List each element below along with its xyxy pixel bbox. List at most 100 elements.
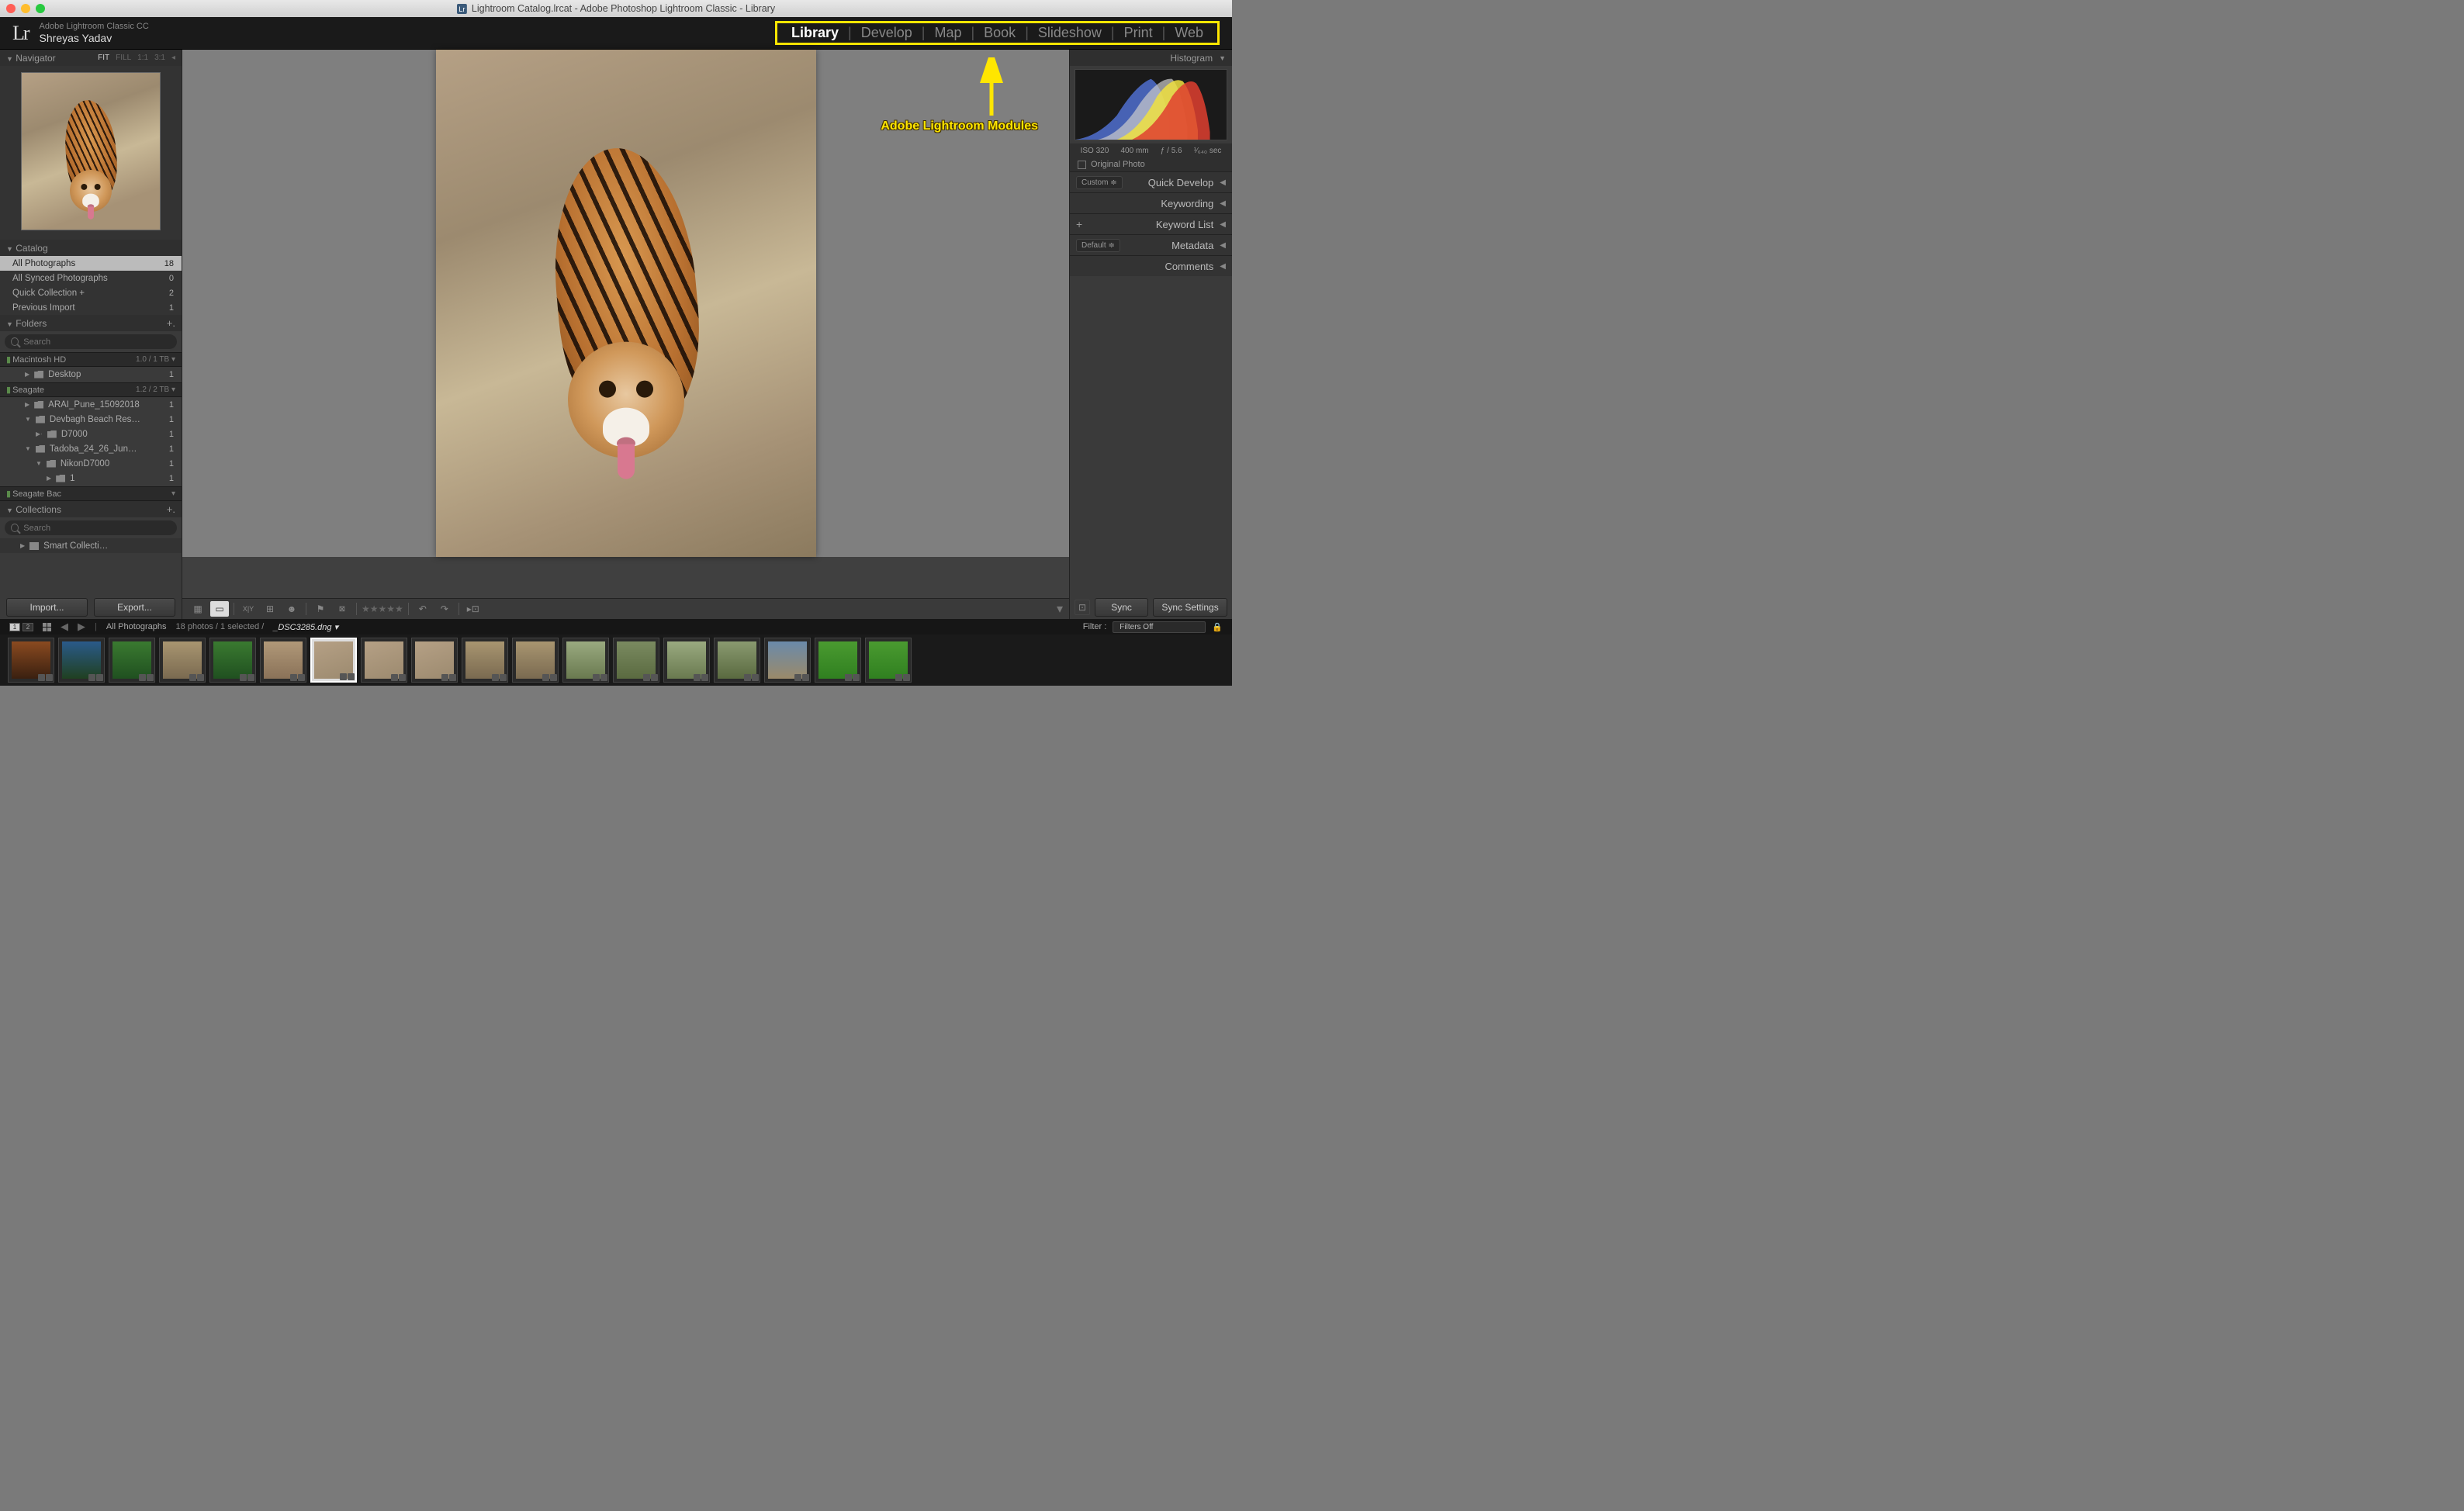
filter-preset-select[interactable]: Filters Off xyxy=(1113,621,1206,633)
filmstrip-thumbnail[interactable] xyxy=(109,638,155,683)
panel-preset-select[interactable]: Default ≑ xyxy=(1076,239,1120,252)
collections-search[interactable] xyxy=(5,520,177,535)
filmstrip-thumbnail[interactable] xyxy=(462,638,508,683)
module-web[interactable]: Web xyxy=(1165,25,1213,41)
panel-quick-develop[interactable]: Custom ≑Quick Develop◀ xyxy=(1070,171,1232,192)
histogram-header[interactable]: Histogram ▼ xyxy=(1070,50,1232,66)
folder-item[interactable]: ▶Desktop1 xyxy=(0,367,182,382)
panel-metadata[interactable]: Default ≑Metadata◀ xyxy=(1070,234,1232,255)
filmstrip-thumbnail[interactable] xyxy=(8,638,54,683)
lightroom-logo: Lr xyxy=(12,22,29,45)
folders-search-input[interactable] xyxy=(23,337,171,347)
module-print[interactable]: Print xyxy=(1115,25,1162,41)
filmstrip-thumbnail[interactable] xyxy=(159,638,206,683)
sync-button[interactable]: Sync xyxy=(1095,598,1148,617)
close-window-button[interactable] xyxy=(6,4,16,13)
folders-header[interactable]: ▼ Folders+. xyxy=(0,315,182,331)
filmstrip-filename[interactable]: _DSC3285.dng ▾ xyxy=(273,622,338,632)
zoom-fit[interactable]: FIT xyxy=(98,54,109,62)
filmstrip-thumbnail[interactable] xyxy=(663,638,710,683)
module-map[interactable]: Map xyxy=(925,25,971,41)
filmstrip-thumbnail[interactable] xyxy=(714,638,760,683)
grid-view-button[interactable]: ▦ xyxy=(189,601,207,617)
drive-header[interactable]: ▮Macintosh HD1.0 / 1 TB ▾ xyxy=(0,352,182,367)
module-develop[interactable]: Develop xyxy=(852,25,922,41)
drive-header[interactable]: ▮Seagate Bac ▾ xyxy=(0,486,182,501)
filmstrip-thumbnail[interactable] xyxy=(613,638,659,683)
toolbar-options-button[interactable]: ▾ xyxy=(1057,601,1063,617)
histogram-display[interactable] xyxy=(1075,69,1227,140)
add-keyword-button[interactable]: + xyxy=(1076,218,1082,230)
module-library[interactable]: Library xyxy=(782,25,848,41)
main-photo[interactable] xyxy=(436,50,816,557)
collections-header[interactable]: ▼ Collections+. xyxy=(0,501,182,517)
iso-label: ISO 320 xyxy=(1081,147,1109,155)
folder-item[interactable]: ▼Devbagh Beach Res…1 xyxy=(0,412,182,427)
filmstrip-thumbnail[interactable] xyxy=(865,638,912,683)
flag-pick-button[interactable]: ⚑ xyxy=(311,601,330,617)
folders-search[interactable] xyxy=(5,334,177,349)
navigator-header[interactable]: ▼ Navigator FITFILL1:13:1 ◂ xyxy=(0,50,182,66)
filmstrip-thumbnail[interactable] xyxy=(361,638,407,683)
sync-settings-button[interactable]: Sync Settings xyxy=(1153,598,1227,617)
people-view-button[interactable]: ☻ xyxy=(282,601,301,617)
import-button[interactable]: Import... xyxy=(6,598,88,617)
maximize-window-button[interactable] xyxy=(36,4,45,13)
catalog-item[interactable]: All Photographs18 xyxy=(0,256,182,271)
filmstrip-source-label[interactable]: All Photographs xyxy=(106,622,167,631)
compare-view-button[interactable]: X|Y xyxy=(239,601,258,617)
panel-keyword-list[interactable]: +Keyword List◀ xyxy=(1070,213,1232,234)
panel-keywording[interactable]: Keywording◀ xyxy=(1070,192,1232,213)
secondary-monitor-controls[interactable]: 12 xyxy=(9,623,33,631)
catalog-item[interactable]: All Synced Photographs0 xyxy=(0,271,182,285)
catalog-item[interactable]: Quick Collection +2 xyxy=(0,285,182,300)
loupe-view-button[interactable]: ▭ xyxy=(210,601,229,617)
folder-icon xyxy=(34,401,43,409)
collection-item[interactable]: ▶Smart Collecti… xyxy=(0,538,182,553)
nav-forward-button[interactable]: ▶ xyxy=(78,621,85,633)
module-slideshow[interactable]: Slideshow xyxy=(1029,25,1111,41)
filmstrip-thumbnail[interactable] xyxy=(512,638,559,683)
folder-item[interactable]: ▼NikonD70001 xyxy=(0,456,182,471)
filmstrip-thumbnail[interactable] xyxy=(209,638,256,683)
rotate-cw-button[interactable]: ↷ xyxy=(435,601,454,617)
flag-reject-button[interactable]: ⊠ xyxy=(333,601,351,617)
zoom-3:1[interactable]: 3:1 xyxy=(154,54,165,62)
module-book[interactable]: Book xyxy=(974,25,1025,41)
rating-stars[interactable]: ★★★★★ xyxy=(362,603,403,614)
folder-item[interactable]: ▶11 xyxy=(0,471,182,486)
filter-label: Filter : xyxy=(1083,622,1107,631)
catalog-item[interactable]: Previous Import1 xyxy=(0,300,182,315)
filmstrip-thumbnail[interactable] xyxy=(58,638,105,683)
survey-view-button[interactable]: ⊞ xyxy=(261,601,279,617)
folder-item[interactable]: ▼Tadoba_24_26_Jun…1 xyxy=(0,441,182,456)
filter-lock-icon[interactable]: 🔒 xyxy=(1212,622,1223,632)
filmstrip[interactable] xyxy=(0,634,1232,686)
filmstrip-thumbnail[interactable] xyxy=(764,638,811,683)
filmstrip-thumbnail[interactable] xyxy=(260,638,306,683)
collections-search-input[interactable] xyxy=(23,524,171,533)
nav-back-button[interactable]: ◀ xyxy=(61,621,68,633)
filmstrip-thumbnail[interactable] xyxy=(815,638,861,683)
navigator-preview[interactable] xyxy=(21,72,161,230)
rotate-ccw-button[interactable]: ↶ xyxy=(414,601,432,617)
panel-preset-select[interactable]: Custom ≑ xyxy=(1076,176,1123,189)
filmstrip-thumbnail[interactable] xyxy=(562,638,609,683)
folder-item[interactable]: ▶ARAI_Pune_150920181 xyxy=(0,397,182,412)
sync-toggle-button[interactable]: ⊡ xyxy=(1075,600,1090,615)
slideshow-button[interactable]: ▸⊡ xyxy=(464,601,483,617)
filmstrip-thumbnail[interactable] xyxy=(411,638,458,683)
original-photo-toggle[interactable]: Original Photo xyxy=(1070,157,1232,171)
zoom-fill[interactable]: FILL xyxy=(116,54,131,62)
navigator-zoom-options[interactable]: FITFILL1:13:1 ◂ xyxy=(98,54,175,62)
minimize-window-button[interactable] xyxy=(21,4,30,13)
folder-item[interactable]: ▶·D70001 xyxy=(0,427,182,441)
drive-header[interactable]: ▮Seagate1.2 / 2 TB ▾ xyxy=(0,382,182,397)
zoom-1:1[interactable]: 1:1 xyxy=(137,54,148,62)
folder-icon xyxy=(47,430,57,438)
export-button[interactable]: Export... xyxy=(94,598,175,617)
filmstrip-thumbnail[interactable] xyxy=(310,638,357,683)
grid-shortcut-icon[interactable] xyxy=(43,623,51,631)
panel-comments[interactable]: Comments◀ xyxy=(1070,255,1232,276)
catalog-header[interactable]: ▼ Catalog xyxy=(0,240,182,256)
